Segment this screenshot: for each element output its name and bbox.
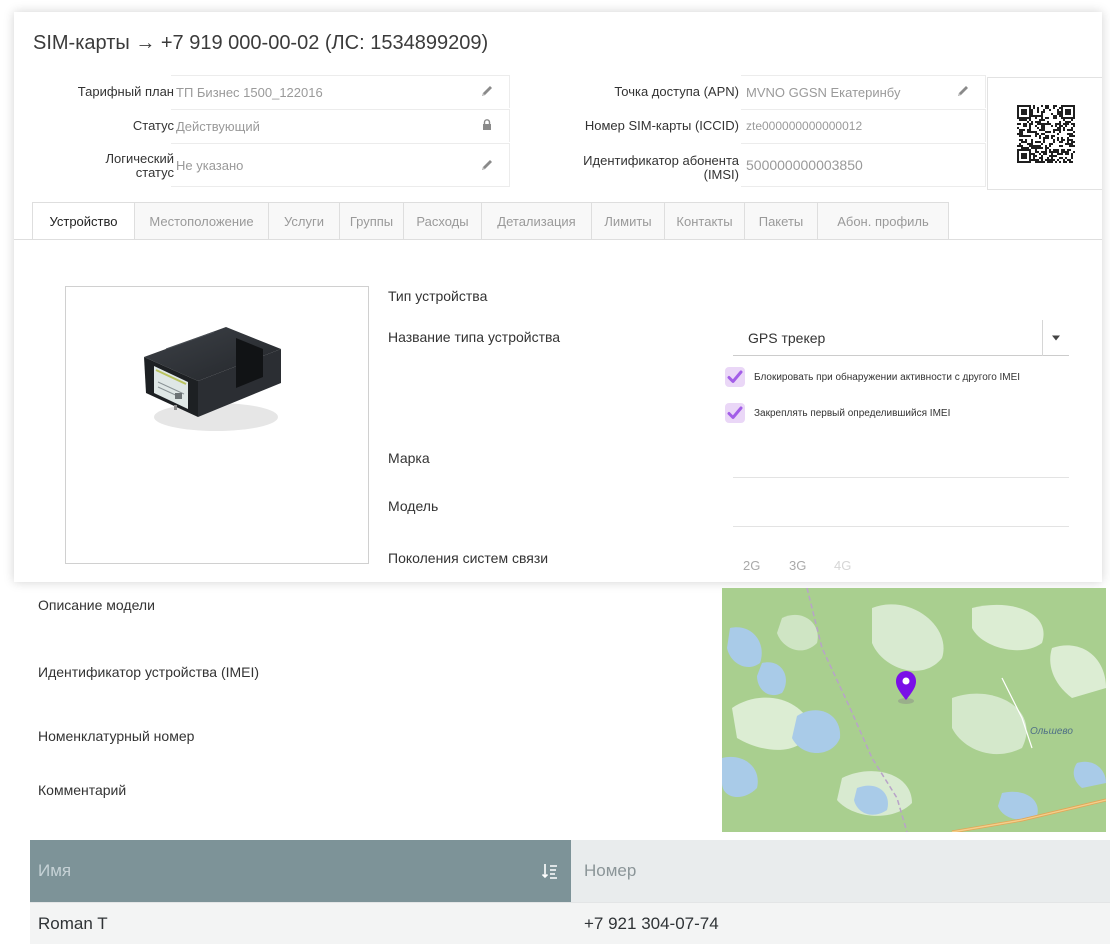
tab-packages[interactable]: Пакеты xyxy=(745,202,818,240)
imsi-label-line2: (IMSI) xyxy=(703,167,739,182)
number-column-header[interactable]: Номер xyxy=(571,840,1110,902)
tariff-label: Тарифный план xyxy=(77,84,174,99)
generation-4g[interactable]: 4G xyxy=(834,558,851,573)
pencil-icon[interactable] xyxy=(955,83,971,99)
checkmark-icon xyxy=(727,370,743,383)
device-type-heading: Тип устройства xyxy=(388,288,488,304)
checkmark-icon xyxy=(727,406,743,419)
qr-code-box xyxy=(987,77,1102,190)
breadcrumb-arrow: → xyxy=(135,32,156,54)
imsi-value: 500000000003850 xyxy=(746,157,863,173)
sort-icon[interactable] xyxy=(541,862,559,880)
status-label: Статус xyxy=(132,118,174,133)
breadcrumb-root[interactable]: SIM-карты xyxy=(33,32,130,54)
map-canvas xyxy=(722,588,1106,832)
imei-label: Идентификатор устройства (IMEI) xyxy=(38,664,260,680)
tab-bar: Устройство Местоположение Услуги Группы … xyxy=(14,202,1102,240)
apn-value: MVNO GGSN Екатеринбу xyxy=(746,85,901,100)
tab-subscriber-profile[interactable]: Абон. профиль xyxy=(818,202,949,240)
name-header-label: Имя xyxy=(38,861,72,880)
sim-title: +7 919 000-00-02 (ЛС: 1534899209) xyxy=(160,32,489,54)
tab-groups[interactable]: Группы xyxy=(340,202,404,240)
contacts-table: Имя Номер Roman T +7 921 304-07-74 xyxy=(30,840,1110,944)
tariff-value: ТП Бизнес 1500_122016 xyxy=(176,85,323,100)
logical-status-label: Логический статус xyxy=(18,152,174,180)
location-map[interactable]: Ольшево xyxy=(722,588,1106,832)
tariff-field[interactable]: ТП Бизнес 1500_122016 xyxy=(171,75,510,108)
block-imei-label: Блокировать при обнаружении активности с… xyxy=(754,372,1021,383)
generations-label: Поколения систем связи xyxy=(388,550,549,566)
tab-expenses[interactable]: Расходы xyxy=(404,202,482,240)
gps-tracker-image xyxy=(144,327,281,431)
tab-device[interactable]: Устройство xyxy=(32,202,135,240)
iccid-value: zte000000000000012 xyxy=(746,119,863,133)
imsi-label: Идентификатор абонента (IMSI) xyxy=(514,154,739,182)
status-field: Действующий xyxy=(171,109,510,142)
tab-bar-divider xyxy=(14,239,1102,240)
map-place-label: Ольшево xyxy=(1030,726,1073,737)
model-description-label: Описание модели xyxy=(38,597,155,613)
logical-status-value: Не указано xyxy=(176,158,244,173)
tab-location[interactable]: Местоположение xyxy=(135,202,269,240)
name-column-header[interactable]: Имя xyxy=(30,840,571,902)
tab-limits[interactable]: Лимиты xyxy=(592,202,665,240)
device-type-name-label: Название типа устройства xyxy=(388,329,561,345)
device-type-value: GPS трекер xyxy=(748,330,826,346)
imsi-label-line1: Идентификатор абонента xyxy=(583,153,739,168)
logical-status-label-line1: Логический xyxy=(105,151,174,166)
contact-name: Roman T xyxy=(38,914,108,933)
tab-services[interactable]: Услуги xyxy=(269,202,340,240)
page-title: SIM-карты → +7 919 000-00-02 (ЛС: 153489… xyxy=(33,32,488,55)
brand-label: Марка xyxy=(388,450,430,466)
device-type-select[interactable]: GPS трекер xyxy=(733,320,1069,356)
number-header-label: Номер xyxy=(584,861,637,880)
lock-icon xyxy=(483,119,491,130)
table-row[interactable]: Roman T +7 921 304-07-74 xyxy=(30,902,1110,944)
tab-details[interactable]: Детализация xyxy=(482,202,592,240)
imsi-field: 500000000003850 xyxy=(741,143,986,187)
iccid-label: Номер SIM-карты (ICCID) xyxy=(584,118,739,133)
bind-imei-checkbox[interactable] xyxy=(725,403,745,423)
brand-input[interactable] xyxy=(733,477,1069,478)
generation-2g[interactable]: 2G xyxy=(743,558,760,573)
logical-status-label-line2: статус xyxy=(135,165,174,180)
pencil-icon[interactable] xyxy=(479,83,495,99)
block-imei-checkbox[interactable] xyxy=(725,367,745,387)
tab-contacts[interactable]: Контакты xyxy=(665,202,745,240)
model-input[interactable] xyxy=(733,526,1069,527)
sim-card-panel: SIM-карты → +7 919 000-00-02 (ЛС: 153489… xyxy=(14,12,1102,582)
chevron-down-icon[interactable] xyxy=(1051,335,1061,341)
bind-imei-label: Закреплять первый определившийся IMEI xyxy=(754,408,951,419)
apn-label: Точка доступа (APN) xyxy=(614,84,739,99)
qr-code-icon xyxy=(1017,105,1075,163)
iccid-field: zte000000000000012 xyxy=(741,109,986,142)
generation-3g[interactable]: 3G xyxy=(789,558,806,573)
apn-field[interactable]: MVNO GGSN Екатеринбу xyxy=(741,75,986,108)
model-label: Модель xyxy=(388,498,439,514)
select-separator xyxy=(1042,320,1043,356)
contact-number: +7 921 304-07-74 xyxy=(584,914,719,933)
comment-label: Комментарий xyxy=(38,782,127,798)
nomenclature-label: Номенклатурный номер xyxy=(38,728,195,744)
device-image-box xyxy=(65,286,369,564)
pencil-icon[interactable] xyxy=(479,157,495,173)
status-value: Действующий xyxy=(176,119,260,134)
logical-status-field[interactable]: Не указано xyxy=(171,143,510,187)
